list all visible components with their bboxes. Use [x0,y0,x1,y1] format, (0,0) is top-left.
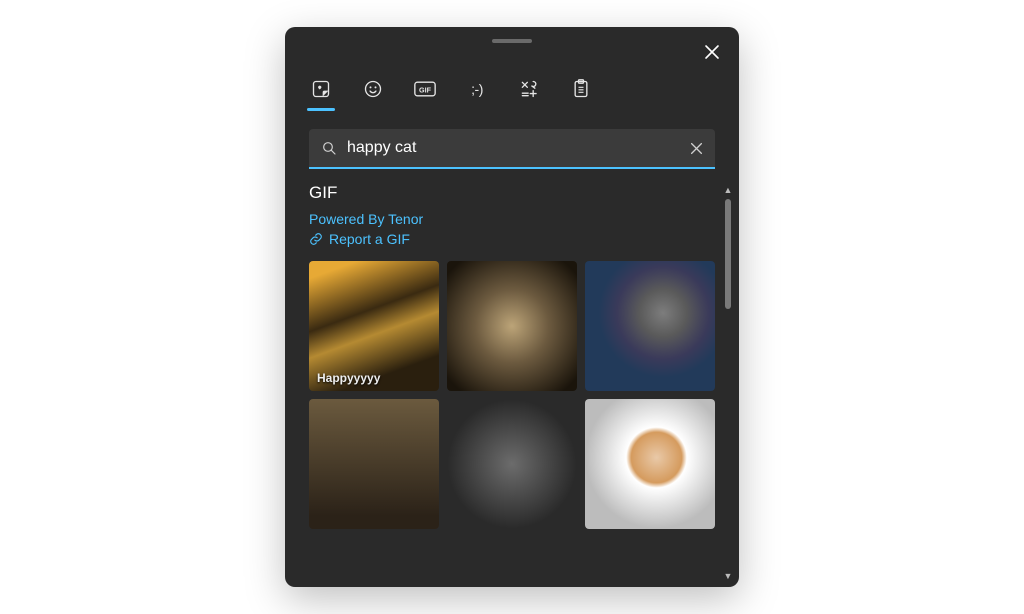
attribution-label: Powered By Tenor [309,211,423,227]
kaomoji-icon: ;-) [471,81,483,97]
tab-recent[interactable] [309,77,333,101]
svg-text:GIF: GIF [419,85,432,94]
drag-handle[interactable] [492,39,532,43]
scroll-down-arrow-icon: ▼ [724,571,733,581]
scrollbar-track [725,199,731,567]
tab-emoji[interactable] [361,77,385,101]
report-gif-link[interactable]: Report a GIF [309,231,721,247]
gif-result-tile[interactable] [309,399,439,529]
section-title: GIF [309,183,721,203]
close-button[interactable] [701,41,723,63]
smiley-icon [363,79,383,99]
emoji-gif-panel: GIF ;-) GIF [285,27,739,587]
clipboard-icon [572,79,590,99]
tab-gif[interactable]: GIF [413,77,437,101]
gif-result-tile[interactable] [585,261,715,391]
scrollbar-thumb[interactable] [725,199,731,309]
scroll-up-arrow-icon: ▲ [724,185,733,195]
close-icon [704,44,720,60]
scroll-area: GIF Powered By Tenor Report a GIF Happyy… [309,183,721,587]
tab-symbols[interactable] [517,77,541,101]
gif-result-tile[interactable] [447,399,577,529]
report-gif-label: Report a GIF [329,231,410,247]
search-icon [321,140,337,156]
gif-result-tile[interactable] [447,261,577,391]
sticker-heart-icon [311,79,331,99]
gif-result-tile[interactable] [585,399,715,529]
link-icon [309,232,323,246]
attribution-link[interactable]: Powered By Tenor [309,211,721,227]
symbols-icon [519,79,539,99]
clear-search-button[interactable] [690,142,703,155]
search-bar [309,129,715,169]
search-input[interactable] [347,139,680,157]
gif-result-tile[interactable]: Happyyyyy [309,261,439,391]
gif-results-grid: Happyyyyy [309,261,721,529]
gif-caption: Happyyyyy [317,371,380,385]
x-icon [690,142,703,155]
tab-kaomoji[interactable]: ;-) [465,77,489,101]
vertical-scrollbar[interactable]: ▲ ▼ [721,183,735,587]
tab-clipboard[interactable] [569,77,593,101]
gif-icon: GIF [414,79,436,99]
content-area: GIF Powered By Tenor Report a GIF Happyy… [309,183,735,587]
